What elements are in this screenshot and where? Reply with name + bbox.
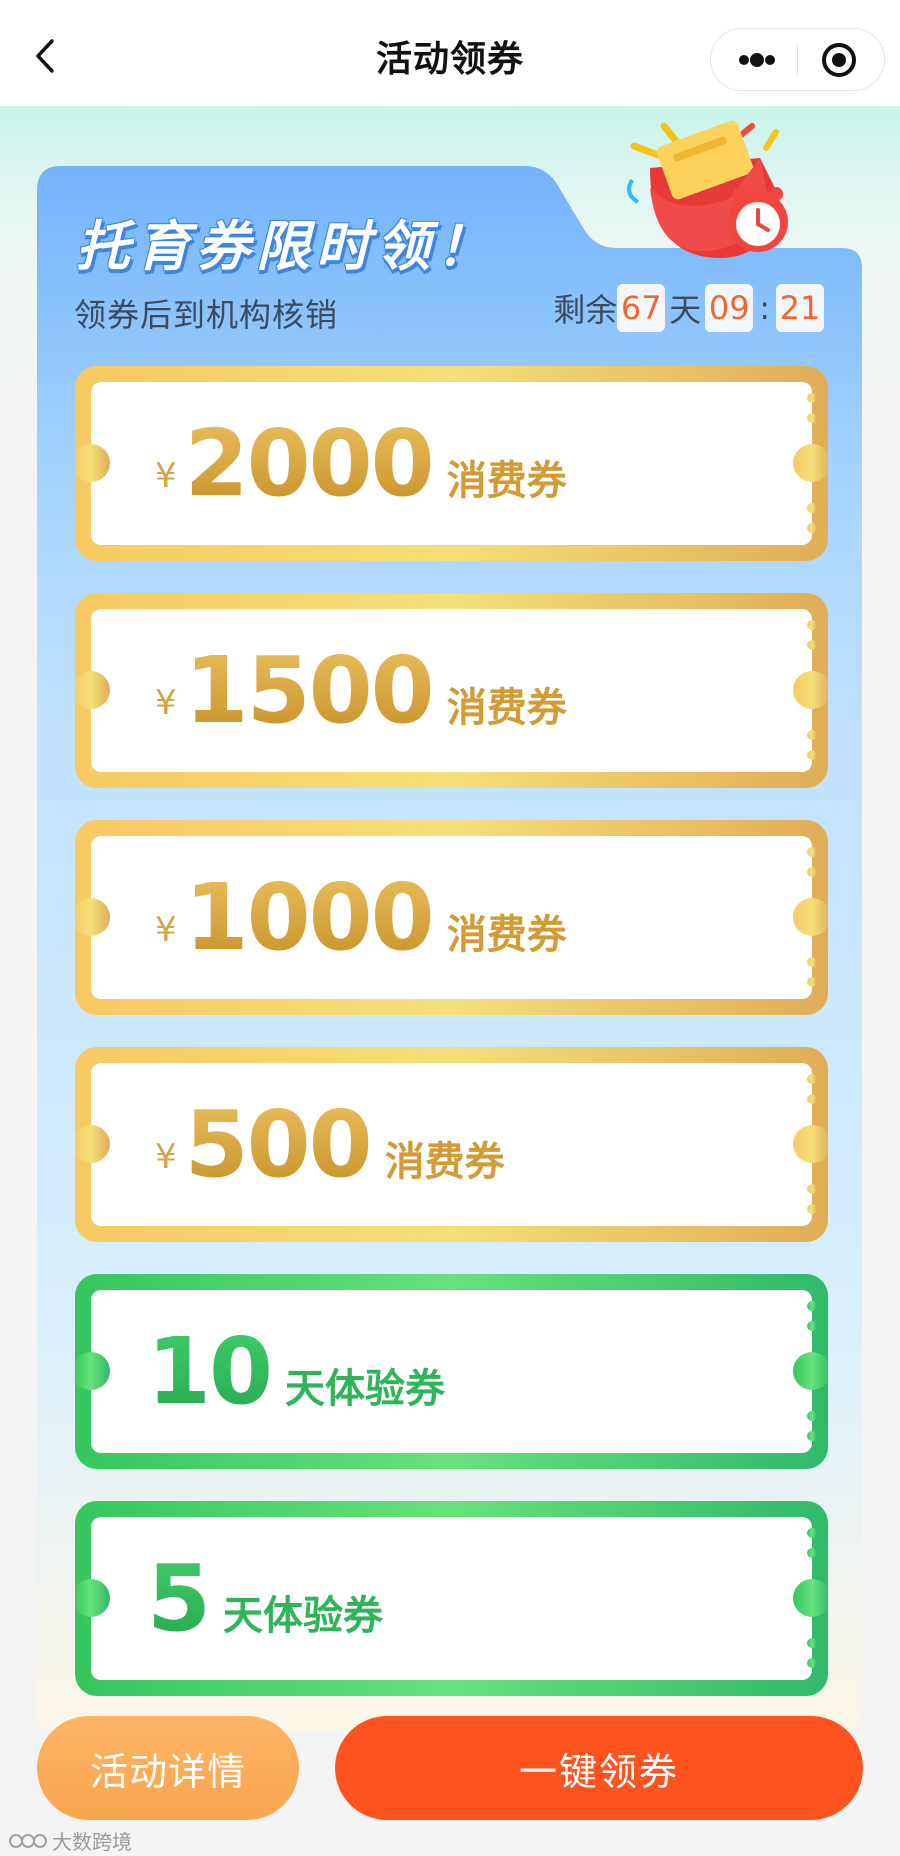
- currency-symbol: ¥: [155, 1136, 177, 1177]
- countdown-days: 67: [617, 284, 666, 332]
- promo-subtitle: 领券后到机构核销: [74, 296, 339, 334]
- coupon-500[interactable]: ¥ 500 消费券: [75, 1047, 828, 1242]
- coupon-amount: 500: [184, 1090, 373, 1198]
- miniprogram-capsule: [710, 28, 885, 91]
- coupon-type: 天体验券: [223, 1592, 384, 1639]
- coupon-type: 消费券: [446, 911, 567, 958]
- coupon-2000[interactable]: ¥ 2000 消费券: [75, 366, 828, 561]
- currency-symbol: ¥: [155, 455, 177, 496]
- more-button[interactable]: [737, 49, 777, 71]
- trial-coupon-5-days[interactable]: 5 天体验券: [75, 1501, 828, 1696]
- countdown-hours: 09: [705, 284, 754, 332]
- coupon-type: 消费券: [384, 1138, 505, 1185]
- watermark-logo-icon: [9, 1833, 47, 1848]
- capsule-divider: [797, 45, 798, 75]
- countdown-timer: 剩余 67 天 09 : 21: [553, 283, 824, 333]
- watermark-text: 大数跨境: [52, 1830, 132, 1854]
- coupon-type: 天体验券: [285, 1365, 446, 1412]
- currency-symbol: ¥: [155, 909, 177, 950]
- activity-details-button[interactable]: 活动详情: [37, 1716, 299, 1820]
- more-dots-icon: [739, 53, 775, 67]
- coupon-1000[interactable]: ¥ 1000 消费券: [75, 820, 828, 1015]
- ticket-clock-illustration: [627, 120, 788, 258]
- countdown-prefix: 剩余: [553, 291, 618, 329]
- watermark: 大数跨境: [8, 1826, 132, 1855]
- countdown-separator: :: [759, 289, 770, 327]
- navigation-bar: 活动领券: [0, 0, 900, 106]
- countdown-day-unit: 天: [669, 291, 702, 329]
- trial-coupon-10-days[interactable]: 10 天体验券: [75, 1274, 828, 1469]
- promo-title: 托育券限时领！: [76, 215, 496, 278]
- coupon-amount: 2000: [184, 409, 435, 517]
- coupon-amount: 5: [147, 1544, 211, 1652]
- claim-all-button[interactable]: 一键领券: [335, 1716, 863, 1820]
- coupon-type: 消费券: [446, 457, 567, 504]
- countdown-minutes: 21: [776, 284, 824, 332]
- coupon-amount: 10: [147, 1317, 273, 1425]
- currency-symbol: ¥: [155, 682, 177, 723]
- coupon-amount: 1500: [184, 636, 435, 744]
- coupon-1500[interactable]: ¥ 1500 消费券: [75, 593, 828, 788]
- close-miniprogram-button[interactable]: [821, 42, 857, 78]
- coupon-amount: 1000: [184, 863, 435, 971]
- target-circle-icon: [822, 43, 856, 77]
- coupon-type: 消费券: [446, 684, 567, 731]
